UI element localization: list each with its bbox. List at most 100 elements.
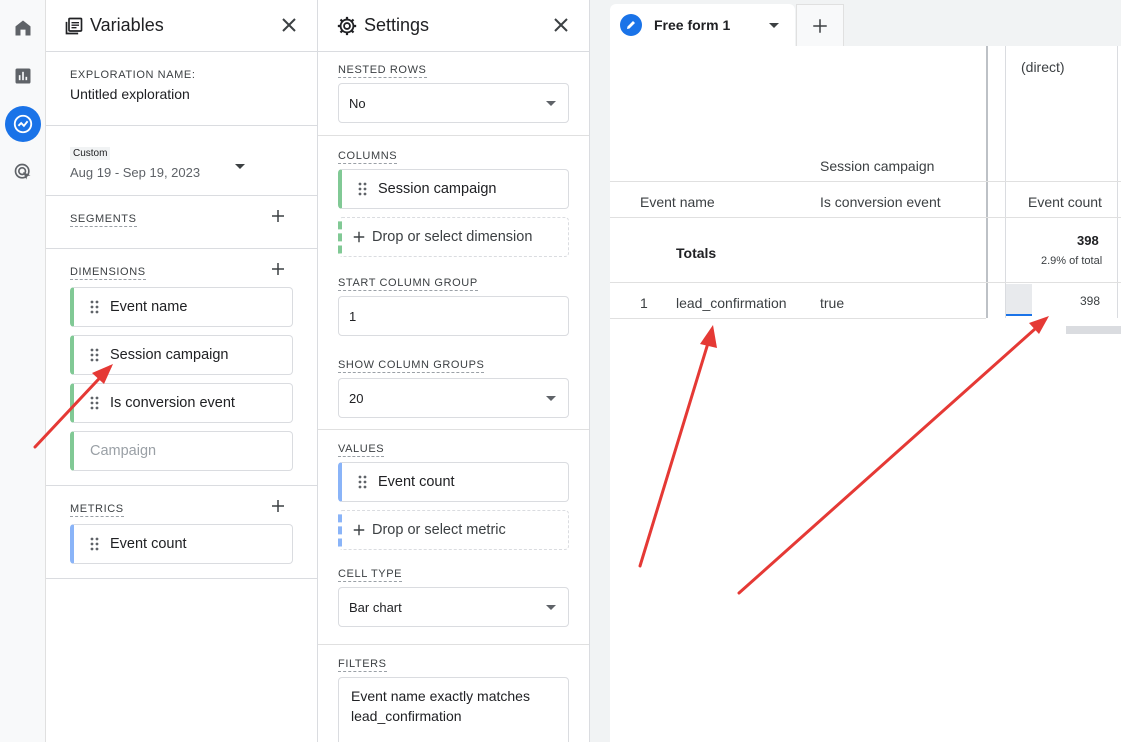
row-is-conversion[interactable]: true xyxy=(820,295,844,311)
date-range-value[interactable]: Aug 19 - Sep 19, 2023 xyxy=(70,165,293,180)
row-index: 1 xyxy=(640,295,648,311)
plus-icon xyxy=(353,231,365,243)
drag-handle-icon[interactable] xyxy=(90,348,100,362)
start-column-group-value: 1 xyxy=(349,308,357,324)
header-event-name[interactable]: Event name xyxy=(640,194,715,210)
header-event-count[interactable]: Event count xyxy=(1028,194,1102,210)
canvas-area: Free form 1 (direct) Session campaign Ev… xyxy=(590,0,1121,742)
cell-type-select[interactable]: Bar chart xyxy=(338,587,569,627)
exploration-name-value[interactable]: Untitled exploration xyxy=(70,86,293,102)
divider xyxy=(610,318,986,319)
drag-handle-icon[interactable] xyxy=(358,475,368,489)
variables-icon xyxy=(65,17,83,34)
explore-icon[interactable] xyxy=(5,106,41,142)
column-chip-label: Session campaign xyxy=(378,181,497,197)
metric-chip[interactable]: Event count xyxy=(70,524,293,564)
add-segment-icon[interactable] xyxy=(269,207,287,225)
column-chip[interactable]: Session campaign xyxy=(338,169,569,209)
home-icon[interactable] xyxy=(5,10,41,46)
drag-handle-icon[interactable] xyxy=(90,300,100,314)
date-badge: Custom xyxy=(70,147,111,160)
nav-rail xyxy=(0,0,46,742)
filters-section: FILTERS Event name exactly matches lead_… xyxy=(338,654,569,742)
pencil-icon xyxy=(620,14,642,36)
show-column-groups-label: SHOW COLUMN GROUPS xyxy=(338,359,485,373)
row-event-name[interactable]: lead_confirmation xyxy=(676,295,787,311)
dimension-chip[interactable]: Event name xyxy=(70,287,293,327)
dimension-chip-label: Session campaign xyxy=(110,347,229,363)
add-tab-button[interactable] xyxy=(796,4,844,46)
close-icon[interactable] xyxy=(277,13,301,37)
segments-label: SEGMENTS xyxy=(70,213,137,227)
show-column-groups-select[interactable]: 20 xyxy=(338,378,569,418)
values-section: VALUES Event count Drop or select metric… xyxy=(338,439,569,627)
column-divider[interactable] xyxy=(986,46,988,318)
tab-bar: Free form 1 xyxy=(590,0,1121,46)
drop-metric-target[interactable]: Drop or select metric xyxy=(338,510,569,550)
start-column-group-input[interactable]: 1 xyxy=(338,296,569,336)
nested-rows-label: NESTED ROWS xyxy=(338,64,427,78)
segments-section: SEGMENTS xyxy=(46,196,317,249)
cell-type-value: Bar chart xyxy=(349,599,402,615)
add-metric-icon[interactable] xyxy=(269,497,287,515)
dropdown-caret-icon xyxy=(546,396,556,401)
close-icon[interactable] xyxy=(549,13,573,37)
drag-handle-icon[interactable] xyxy=(90,537,100,551)
plus-icon xyxy=(813,18,827,33)
reports-icon[interactable] xyxy=(5,58,41,94)
drag-handle-icon[interactable] xyxy=(358,182,368,196)
value-chip[interactable]: Event count xyxy=(338,462,569,502)
tab-free-form[interactable]: Free form 1 xyxy=(610,4,795,46)
show-column-groups-value: 20 xyxy=(349,390,364,406)
value-chip-label: Event count xyxy=(378,474,455,490)
dimension-chip[interactable]: Is conversion event xyxy=(70,383,293,423)
dropdown-caret-icon xyxy=(546,101,556,106)
column-divider xyxy=(1005,46,1006,318)
date-dropdown-caret-icon[interactable] xyxy=(235,164,245,169)
nested-rows-value: No xyxy=(349,95,366,111)
report-table: (direct) Session campaign Event name Is … xyxy=(610,46,1121,742)
header-is-conversion[interactable]: Is conversion event xyxy=(820,194,941,210)
dimension-chip-label: Is conversion event xyxy=(110,395,235,411)
bar-cell xyxy=(1006,284,1032,316)
columns-label: COLUMNS xyxy=(338,150,398,164)
add-dimension-icon[interactable] xyxy=(269,260,287,278)
settings-header: Settings xyxy=(318,0,589,52)
dimension-chip[interactable]: Session campaign xyxy=(70,335,293,375)
divider xyxy=(610,282,1121,283)
filter-chip[interactable]: Event name exactly matches lead_confirma… xyxy=(338,677,569,742)
totals-label: Totals xyxy=(676,245,717,261)
pivot-label: Session campaign xyxy=(820,158,935,174)
divider xyxy=(318,644,589,645)
totals-value: 398 xyxy=(1077,233,1099,248)
drag-handle-icon[interactable] xyxy=(90,396,100,410)
cell-type-label: CELL TYPE xyxy=(338,568,403,582)
column-group-header[interactable]: (direct) xyxy=(1021,59,1065,75)
dimensions-section: DIMENSIONS Event name Session campaign I… xyxy=(46,249,317,486)
exploration-name-section: EXPLORATION NAME: Untitled exploration xyxy=(46,52,317,126)
row-event-count: 398 xyxy=(1080,294,1101,308)
tab-label: Free form 1 xyxy=(654,17,731,33)
divider xyxy=(610,181,1121,182)
variables-panel: Variables EXPLORATION NAME: Untitled exp… xyxy=(46,0,318,742)
variables-header: Variables xyxy=(46,0,317,52)
drop-dimension-label: Drop or select dimension xyxy=(372,229,533,245)
metric-chip-label: Event count xyxy=(110,536,187,552)
dimension-chip[interactable]: Campaign xyxy=(70,431,293,471)
date-range-section: Custom Aug 19 - Sep 19, 2023 xyxy=(46,126,317,196)
nested-rows-select[interactable]: No xyxy=(338,83,569,123)
horizontal-scrollbar[interactable] xyxy=(1066,326,1121,334)
column-divider xyxy=(1117,46,1118,318)
advertising-icon[interactable] xyxy=(5,154,41,190)
drop-dimension-target[interactable]: Drop or select dimension xyxy=(338,217,569,257)
metrics-label: METRICS xyxy=(70,503,124,517)
variables-title: Variables xyxy=(90,15,164,35)
dimension-chip-label: Event name xyxy=(110,299,188,315)
filters-label: FILTERS xyxy=(338,658,387,672)
divider xyxy=(318,429,589,430)
divider xyxy=(318,135,589,136)
columns-section: COLUMNS Session campaign Drop or select … xyxy=(338,146,569,418)
tab-menu-caret-icon[interactable] xyxy=(769,23,779,28)
filter-text: Event name exactly matches lead_confirma… xyxy=(351,688,530,724)
plus-icon xyxy=(353,524,365,536)
